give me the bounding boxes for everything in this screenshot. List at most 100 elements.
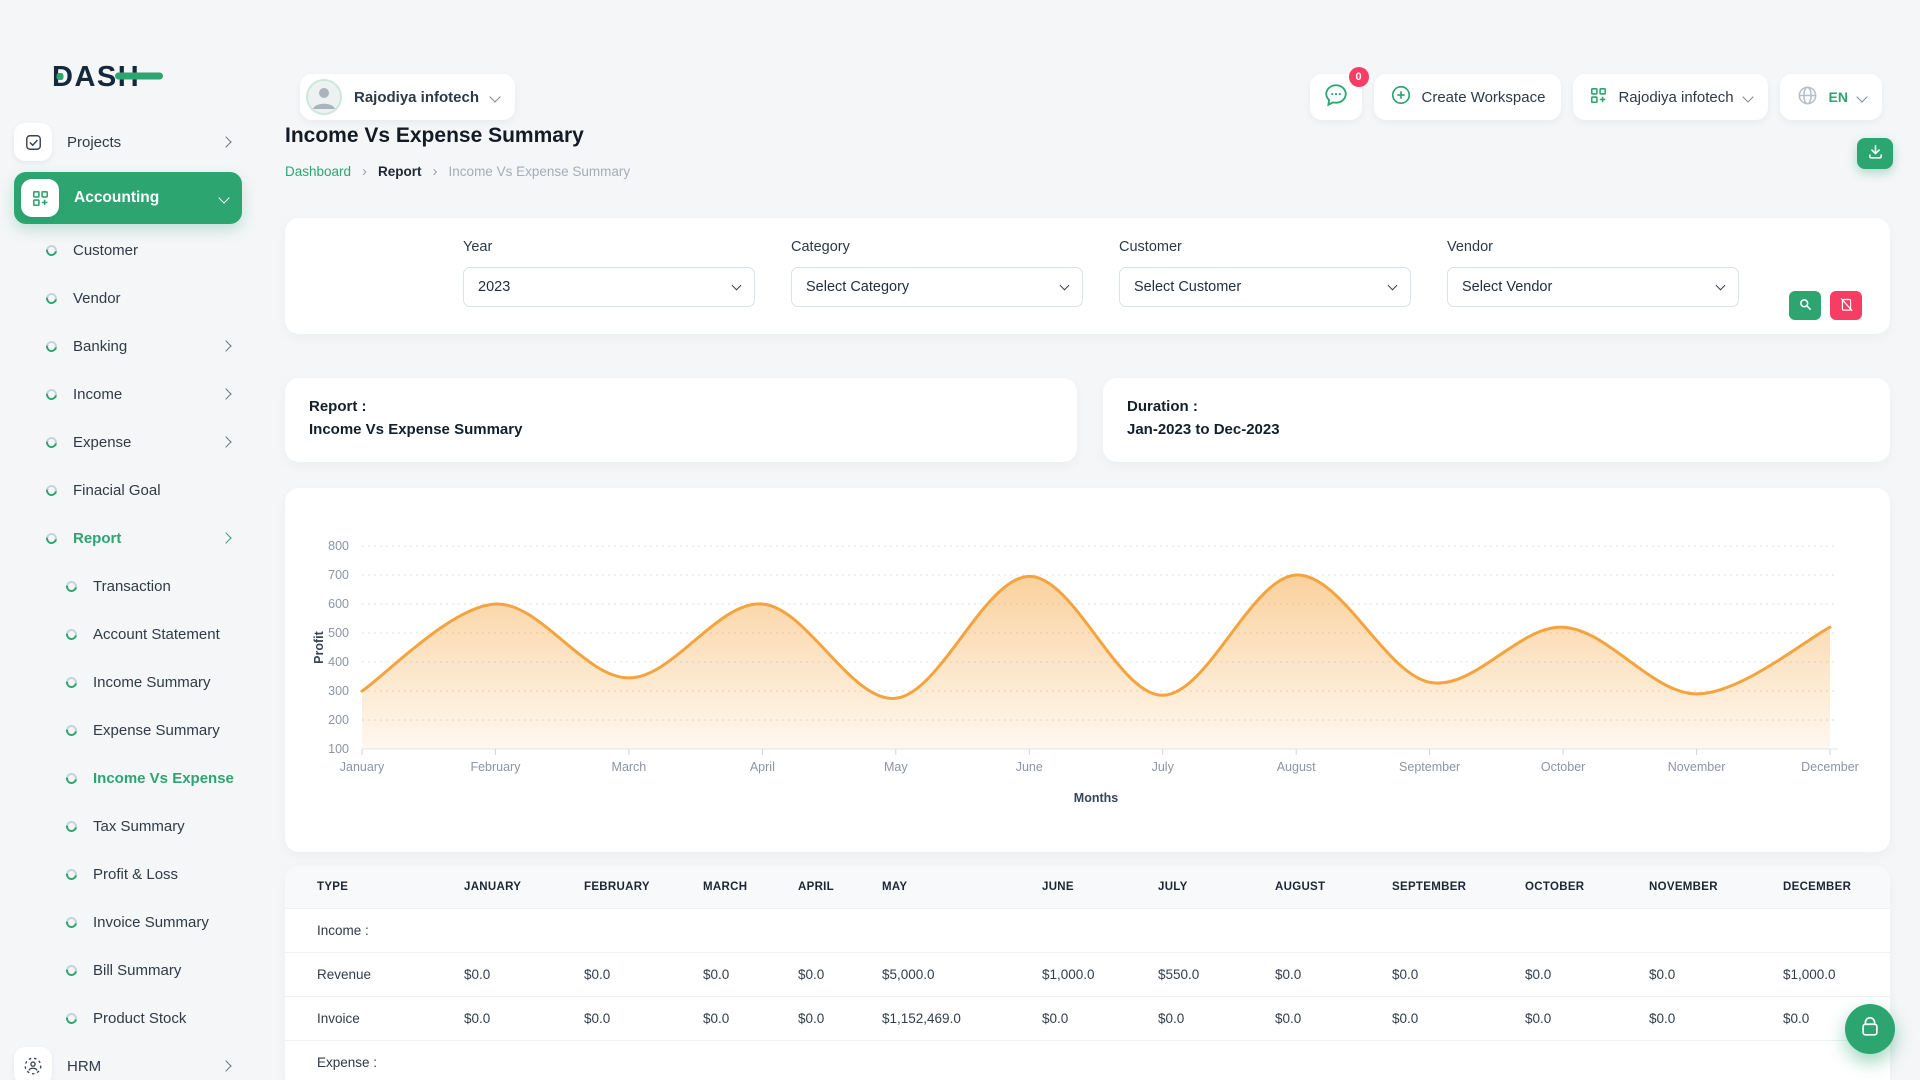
chevron-right-icon (220, 1060, 231, 1071)
chevron-right-icon (220, 340, 231, 351)
breadcrumb-dashboard[interactable]: Dashboard (285, 164, 351, 179)
ring-bullet-icon (64, 1010, 79, 1025)
sidebar-item-transaction[interactable]: Transaction (0, 562, 256, 610)
svg-text:800: 800 (328, 539, 349, 553)
year-label: Year (463, 239, 755, 255)
sidebar-item-product-stock[interactable]: Product Stock (0, 994, 256, 1042)
duration-value: Jan-2023 to Dec-2023 (1127, 418, 1866, 441)
column-header: TYPE (285, 866, 454, 909)
ring-bullet-icon (44, 386, 59, 401)
apply-filter-button[interactable] (1789, 291, 1821, 320)
app-root: DASH ProjectsAccountingCustomerVendorBan… (0, 0, 1920, 1080)
vendor-select-value: Select Vendor (1462, 279, 1552, 295)
sidebar-item-label: Income Vs Expense (93, 770, 234, 787)
section-label: Expense : (285, 1041, 1890, 1080)
svg-text:300: 300 (328, 684, 349, 698)
logo-dash-bar (115, 73, 163, 80)
chevron-down-icon (1716, 281, 1726, 291)
sidebar-item-income-summary[interactable]: Income Summary (0, 658, 256, 706)
sidebar-item-account-statement[interactable]: Account Statement (0, 610, 256, 658)
ring-bullet-icon (64, 626, 79, 641)
sidebar-item-income-vs-expense[interactable]: Income Vs Expense (0, 754, 256, 802)
customer-select[interactable]: Select Customer (1119, 267, 1411, 307)
duration-summary-card: Duration : Jan-2023 to Dec-2023 (1103, 378, 1890, 462)
sidebar-item-hrm[interactable]: HRM (0, 1042, 256, 1080)
table-header-row: TYPEJANUARYFEBRUARYMARCHAPRILMAYJUNEJULY… (285, 866, 1890, 909)
breadcrumb-current: Income Vs Expense Summary (449, 164, 631, 179)
ring-bullet-icon (64, 722, 79, 737)
column-header: JUNE (1032, 866, 1148, 909)
sidebar-item-label: HRM (67, 1058, 101, 1075)
sidebar-item-finacial-goal[interactable]: Finacial Goal (0, 466, 256, 514)
cell: $1,000.0 (1773, 953, 1890, 997)
download-icon (1867, 143, 1884, 165)
year-select[interactable]: 2023 (463, 267, 755, 307)
cell: $0.0 (574, 953, 693, 997)
sidebar-item-expense[interactable]: Expense (0, 418, 256, 466)
sidebar-item-label: Product Stock (93, 1010, 186, 1027)
cell: $0.0 (788, 953, 872, 997)
sidebar-item-label: Expense (73, 434, 131, 451)
svg-text:November: November (1668, 760, 1726, 774)
sidebar-item-profit-loss[interactable]: Profit & Loss (0, 850, 256, 898)
cell: $0.0 (1382, 997, 1515, 1041)
sidebar-item-projects[interactable]: Projects (0, 118, 256, 166)
cell: $0.0 (574, 997, 693, 1041)
cell: $0.0 (1032, 997, 1148, 1041)
cell: $0.0 (1515, 997, 1639, 1041)
circle-plus-icon (1390, 84, 1412, 110)
cell: $0.0 (454, 953, 574, 997)
page-title: Income Vs Expense Summary (285, 124, 584, 148)
table-row: Invoice$0.0$0.0$0.0$0.0$1,152,469.0$0.0$… (285, 997, 1890, 1041)
reset-filter-button[interactable] (1830, 291, 1862, 320)
column-header: JULY (1148, 866, 1265, 909)
income-expense-table: TYPEJANUARYFEBRUARYMARCHAPRILMAYJUNEJULY… (285, 866, 1890, 1080)
sidebar-item-customer[interactable]: Customer (0, 226, 256, 274)
vendor-select[interactable]: Select Vendor (1447, 267, 1739, 307)
svg-text:June: June (1016, 760, 1043, 774)
checkbox-icon (14, 123, 52, 161)
svg-text:Months: Months (1074, 791, 1118, 805)
sidebar-item-accounting[interactable]: Accounting (14, 172, 242, 224)
chevron-down-icon (1388, 281, 1398, 291)
sidebar-item-expense-summary[interactable]: Expense Summary (0, 706, 256, 754)
create-workspace-button[interactable]: Create Workspace (1374, 74, 1562, 120)
chevron-down-icon (1856, 91, 1867, 102)
ring-bullet-icon (44, 290, 59, 305)
messages-button[interactable]: 0 (1310, 74, 1362, 120)
sidebar-item-bill-summary[interactable]: Bill Summary (0, 946, 256, 994)
svg-text:Profit: Profit (312, 630, 326, 663)
download-button[interactable] (1857, 138, 1893, 169)
breadcrumb-report[interactable]: Report (378, 164, 422, 179)
company-dropdown[interactable]: Rajodiya infotech (1573, 74, 1767, 120)
category-select[interactable]: Select Category (791, 267, 1083, 307)
column-header: AUGUST (1265, 866, 1382, 909)
sidebar-item-label: Banking (73, 338, 127, 355)
svg-text:400: 400 (328, 655, 349, 669)
income-expense-table-card: TYPEJANUARYFEBRUARYMARCHAPRILMAYJUNEJULY… (285, 866, 1890, 1080)
sidebar-item-tax-summary[interactable]: Tax Summary (0, 802, 256, 850)
chevron-right-icon (220, 436, 231, 447)
cell: $5,000.0 (872, 953, 1032, 997)
ring-bullet-icon (64, 770, 79, 785)
svg-text:May: May (884, 760, 908, 774)
sidebar-item-income[interactable]: Income (0, 370, 256, 418)
sidebar-item-vendor[interactable]: Vendor (0, 274, 256, 322)
section-label: Income : (285, 909, 1890, 953)
bag-icon (1859, 1016, 1881, 1043)
svg-text:April: April (750, 760, 775, 774)
cart-fab-button[interactable] (1845, 1004, 1895, 1054)
workspace-name: Rajodiya infotech (354, 89, 479, 106)
chevron-right-icon (220, 388, 231, 399)
table-section-row: Income : (285, 909, 1890, 953)
sidebar: DASH ProjectsAccountingCustomerVendorBan… (0, 0, 256, 1080)
workspace-switcher[interactable]: Rajodiya infotech (300, 74, 515, 120)
sidebar-item-banking[interactable]: Banking (0, 322, 256, 370)
chevron-right-icon (220, 532, 231, 543)
sidebar-item-report[interactable]: Report (0, 514, 256, 562)
grid-plus-icon (21, 179, 59, 217)
chevron-down-icon (1742, 91, 1753, 102)
ring-bullet-icon (64, 962, 79, 977)
language-dropdown[interactable]: EN (1780, 74, 1882, 120)
sidebar-item-invoice-summary[interactable]: Invoice Summary (0, 898, 256, 946)
